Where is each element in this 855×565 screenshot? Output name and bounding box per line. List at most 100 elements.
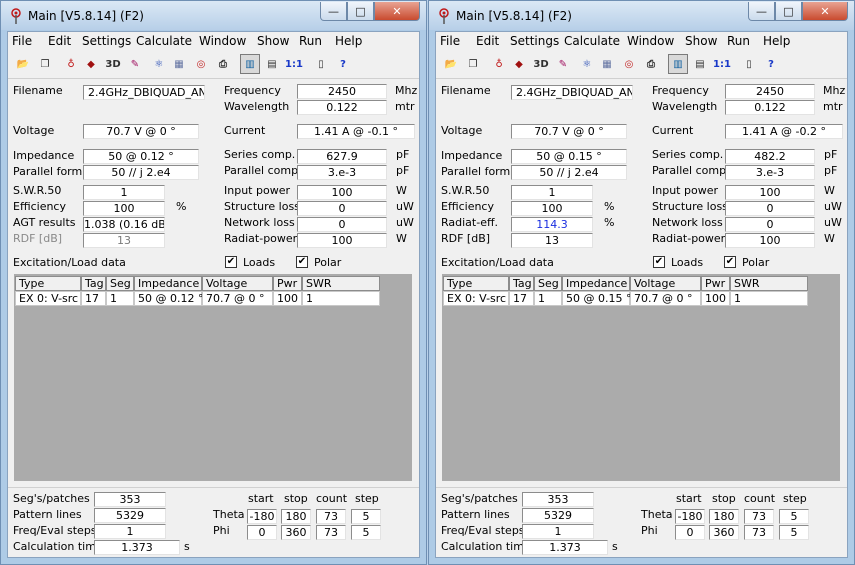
title-bar[interactable]: Main [V5.8.14] (F2) — □ ✕ [1, 1, 426, 30]
phi-stop-field[interactable]: 360 [709, 525, 739, 540]
col-seg-header[interactable]: Seg [106, 276, 134, 291]
table-cell-swr[interactable]: 1 [302, 291, 380, 306]
theta-start-field[interactable]: -180 [675, 509, 705, 524]
table-cell-seg[interactable]: 1 [534, 291, 562, 306]
one-to-one-icon[interactable]: 1:1 [712, 54, 732, 74]
theta-count-field[interactable]: 73 [744, 509, 774, 524]
table-cell-seg[interactable]: 1 [106, 291, 134, 306]
polar-checkbox[interactable]: ✔ [724, 256, 736, 268]
minimize-button[interactable]: — [320, 2, 347, 21]
table-cell-impedance[interactable]: 50 @ 0.12 ° [134, 291, 203, 306]
windows-icon[interactable]: ❐ [35, 54, 55, 74]
table-cell-pwr[interactable]: 100 [273, 291, 302, 306]
menu-run[interactable]: Run [727, 34, 750, 48]
col-voltage-header[interactable]: Voltage [630, 276, 701, 291]
loads-checkbox[interactable]: ✔ [653, 256, 665, 268]
col-impedance-header[interactable]: Impedance [134, 276, 202, 291]
windows-icon[interactable]: ❐ [463, 54, 483, 74]
phi-step-field[interactable]: 5 [351, 525, 381, 540]
theta-start-field[interactable]: -180 [247, 509, 277, 524]
atom-icon[interactable]: ⚛ [577, 54, 597, 74]
table-cell-pwr[interactable]: 100 [701, 291, 730, 306]
menu-help[interactable]: Help [335, 34, 362, 48]
book-icon[interactable]: ▯ [739, 54, 759, 74]
theta-step-field[interactable]: 5 [351, 509, 381, 524]
print-icon[interactable]: ⎙ [641, 54, 661, 74]
one-to-one-icon[interactable]: 1:1 [284, 54, 304, 74]
menu-show[interactable]: Show [257, 34, 289, 48]
menu-show[interactable]: Show [685, 34, 717, 48]
minimize-button[interactable]: — [748, 2, 775, 21]
filename-field[interactable]: 2.4GHz_DBIQUAD_ANT [511, 85, 633, 100]
phi-start-field[interactable]: 0 [675, 525, 705, 540]
cube-icon[interactable]: ◆ [81, 54, 101, 74]
phi-stop-field[interactable]: 360 [281, 525, 311, 540]
open-folder-icon[interactable]: 📂 [441, 54, 461, 74]
polar-checkbox[interactable]: ✔ [296, 256, 308, 268]
help-icon[interactable]: ? [761, 54, 781, 74]
close-button[interactable]: ✕ [802, 2, 848, 21]
table-cell-swr[interactable]: 1 [730, 291, 808, 306]
antenna-icon[interactable]: ♁ [489, 54, 509, 74]
table-cell-type[interactable]: EX 0: V-src [443, 291, 509, 306]
menu-edit[interactable]: Edit [476, 34, 499, 48]
col-tag-header[interactable]: Tag [509, 276, 534, 291]
menu-window[interactable]: Window [627, 34, 674, 48]
col-pwr-header[interactable]: Pwr [273, 276, 302, 291]
theta-count-field[interactable]: 73 [316, 509, 346, 524]
table-cell-voltage[interactable]: 70.7 @ 0 ° [202, 291, 273, 306]
theta-stop-field[interactable]: 180 [709, 509, 739, 524]
table-cell-voltage[interactable]: 70.7 @ 0 ° [630, 291, 701, 306]
col-voltage-header[interactable]: Voltage [202, 276, 273, 291]
target-icon[interactable]: ◎ [191, 54, 211, 74]
gain-table-icon[interactable]: ▥ [240, 54, 260, 74]
menu-help[interactable]: Help [763, 34, 790, 48]
pattern-icon[interactable]: ▦ [597, 54, 617, 74]
menu-calculate[interactable]: Calculate [564, 34, 620, 48]
title-bar[interactable]: Main [V5.8.14] (F2) — □ ✕ [429, 1, 854, 30]
open-folder-icon[interactable]: 📂 [13, 54, 33, 74]
maximize-button[interactable]: □ [347, 2, 374, 21]
book-icon[interactable]: ▯ [311, 54, 331, 74]
atom-icon[interactable]: ⚛ [149, 54, 169, 74]
pattern-icon[interactable]: ▦ [169, 54, 189, 74]
table-cell-tag[interactable]: 17 [81, 291, 106, 306]
menu-file[interactable]: File [440, 34, 460, 48]
gain-table-icon[interactable]: ▥ [668, 54, 688, 74]
table-cell-impedance[interactable]: 50 @ 0.15 ° [562, 291, 631, 306]
filename-field[interactable]: 2.4GHz_DBIQUAD_ANT [83, 85, 205, 100]
print-icon[interactable]: ⎙ [213, 54, 233, 74]
edit-icon[interactable]: ✎ [125, 54, 145, 74]
col-seg-header[interactable]: Seg [534, 276, 562, 291]
menu-file[interactable]: File [12, 34, 32, 48]
col-swr-header[interactable]: SWR [730, 276, 808, 291]
phi-start-field[interactable]: 0 [247, 525, 277, 540]
excitation-table[interactable]: Type Tag Seg Impedance Voltage Pwr SWR E… [442, 274, 840, 481]
menu-edit[interactable]: Edit [48, 34, 71, 48]
theta-step-field[interactable]: 5 [779, 509, 809, 524]
phi-count-field[interactable]: 73 [744, 525, 774, 540]
frequency-field[interactable]: 2450 [725, 84, 815, 99]
grid-icon[interactable]: ▤ [690, 54, 710, 74]
col-swr-header[interactable]: SWR [302, 276, 380, 291]
close-button[interactable]: ✕ [374, 2, 420, 21]
grid-icon[interactable]: ▤ [262, 54, 282, 74]
menu-settings[interactable]: Settings [82, 34, 131, 48]
phi-step-field[interactable]: 5 [779, 525, 809, 540]
col-tag-header[interactable]: Tag [81, 276, 106, 291]
antenna-icon[interactable]: ♁ [61, 54, 81, 74]
theta-stop-field[interactable]: 180 [281, 509, 311, 524]
menu-settings[interactable]: Settings [510, 34, 559, 48]
col-impedance-header[interactable]: Impedance [562, 276, 630, 291]
frequency-field[interactable]: 2450 [297, 84, 387, 99]
maximize-button[interactable]: □ [775, 2, 802, 21]
cube-icon[interactable]: ◆ [509, 54, 529, 74]
table-cell-tag[interactable]: 17 [509, 291, 534, 306]
3d-icon[interactable]: 3D [531, 54, 551, 74]
col-type-header[interactable]: Type [15, 276, 81, 291]
target-icon[interactable]: ◎ [619, 54, 639, 74]
menu-calculate[interactable]: Calculate [136, 34, 192, 48]
excitation-table[interactable]: Type Tag Seg Impedance Voltage Pwr SWR E… [14, 274, 412, 481]
edit-icon[interactable]: ✎ [553, 54, 573, 74]
loads-checkbox[interactable]: ✔ [225, 256, 237, 268]
